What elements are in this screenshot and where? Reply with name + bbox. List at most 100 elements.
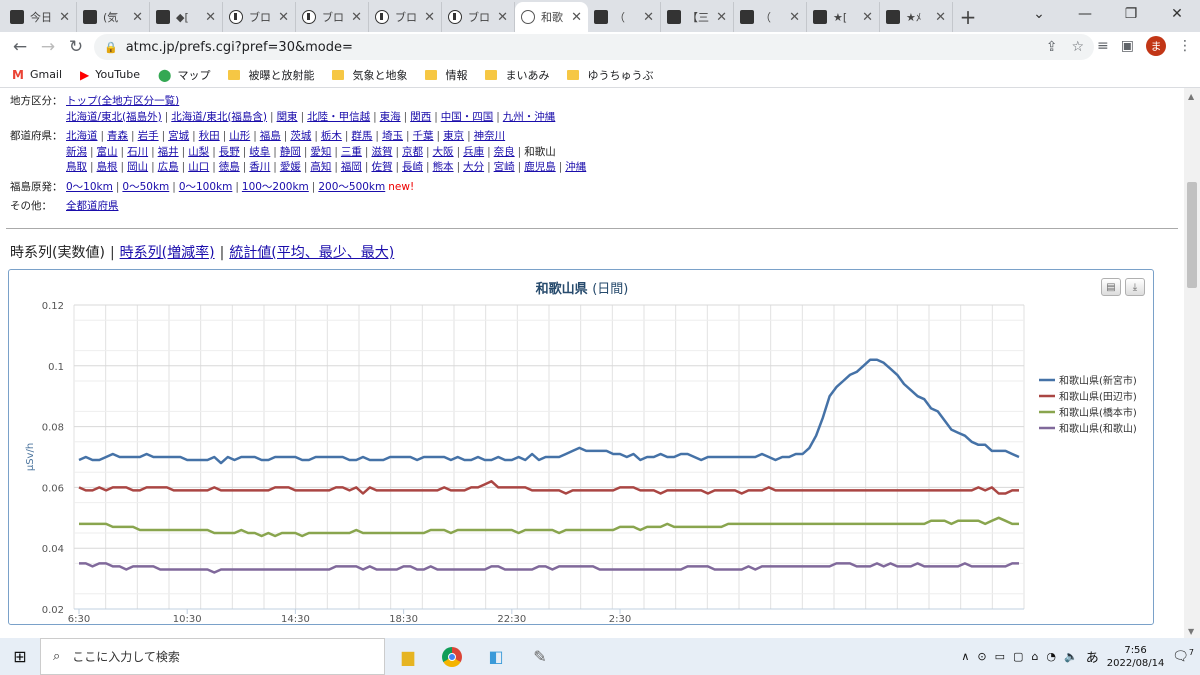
region-link[interactable]: 北海道/東北(福島含) [171, 111, 267, 123]
reading-list-icon[interactable]: ≡ [1097, 38, 1109, 54]
reload-button[interactable]: ↻ [62, 37, 90, 57]
profile-avatar[interactable]: ま [1146, 36, 1166, 56]
prefecture-link[interactable]: 山口 [188, 161, 209, 173]
close-tab-icon[interactable]: ✕ [205, 10, 216, 25]
close-tab-icon[interactable]: ✕ [59, 10, 70, 25]
ime-indicator[interactable]: あ [1086, 647, 1099, 666]
prefecture-link[interactable]: 千葉 [413, 130, 434, 142]
notification-icon[interactable]: 🗨7 [1172, 648, 1194, 664]
new-tab-button[interactable]: + [953, 2, 983, 32]
prefecture-link[interactable]: 島根 [97, 161, 118, 173]
prefecture-link[interactable]: 静岡 [280, 146, 301, 158]
bookmark-star-icon[interactable]: ☆ [1071, 39, 1084, 55]
prefecture-link[interactable]: 大阪 [433, 146, 454, 158]
tray-expand-icon[interactable]: ∧ [961, 650, 969, 663]
prefecture-link[interactable]: 福井 [158, 146, 179, 158]
prefecture-link[interactable]: 長野 [219, 146, 240, 158]
prefecture-link[interactable]: 石川 [127, 146, 148, 158]
chevron-down-icon[interactable]: ⌄ [1016, 0, 1062, 28]
browser-tab[interactable]: 和歌 ✕ [515, 2, 588, 32]
prefecture-link[interactable]: 滋賀 [371, 146, 392, 158]
print-icon[interactable]: ▤ [1101, 278, 1121, 296]
browser-tab[interactable]: ブロ ✕ [442, 2, 515, 32]
prefecture-link[interactable]: 栃木 [321, 130, 342, 142]
prefecture-link[interactable]: 徳島 [219, 161, 240, 173]
prefecture-link[interactable]: 広島 [158, 161, 179, 173]
browser-tab[interactable]: (気 ✕ [77, 2, 150, 32]
wifi-icon[interactable]: ◔ [1046, 650, 1056, 663]
tray-app-icon[interactable]: ⊙ [977, 650, 986, 663]
back-button[interactable]: ← [6, 37, 34, 57]
display-icon[interactable]: ▢ [1013, 650, 1023, 663]
bookmark-item[interactable]: ▶ YouTube [80, 68, 140, 82]
prefecture-link[interactable]: 茨城 [290, 130, 311, 142]
close-tab-icon[interactable]: ✕ [132, 10, 143, 25]
browser-tab[interactable]: ブロ ✕ [296, 2, 369, 32]
prefecture-link[interactable]: 神奈川 [474, 130, 506, 142]
prefecture-link[interactable]: 福岡 [341, 161, 362, 173]
mode-link-change-rate[interactable]: 時系列(増減率) [120, 245, 215, 261]
prefecture-link[interactable]: 群馬 [351, 130, 372, 142]
page-scrollbar[interactable]: ▲ ▼ [1184, 88, 1200, 638]
bookmark-item[interactable]: まいあみ [485, 67, 549, 83]
prefecture-link[interactable]: 鹿児島 [524, 161, 556, 173]
region-link[interactable]: 中国・四国 [441, 111, 494, 123]
bookmark-item[interactable]: ⬤ マップ [158, 67, 210, 83]
prefecture-link[interactable]: 東京 [443, 130, 464, 142]
prefecture-link[interactable]: 京都 [402, 146, 423, 158]
windows-start-icon[interactable]: ⊞ [0, 647, 40, 666]
prefecture-link[interactable]: 佐賀 [371, 161, 392, 173]
prefecture-link[interactable]: 愛媛 [280, 161, 301, 173]
taskbar-search[interactable]: ⌕ ここに入力して検索 [40, 638, 385, 675]
bookmark-item[interactable]: ゆうちゅうぶ [567, 67, 653, 83]
prefecture-link[interactable]: 長崎 [402, 161, 423, 173]
prefecture-link[interactable]: 山形 [229, 130, 250, 142]
volume-icon[interactable]: 🔈 [1064, 650, 1078, 663]
prefecture-link[interactable]: 北海道 [66, 130, 98, 142]
file-explorer-icon[interactable]: ▆ [391, 640, 425, 674]
prefecture-link[interactable]: 熊本 [433, 161, 454, 173]
network-icon[interactable]: ⌂ [1031, 650, 1038, 663]
prefecture-link[interactable]: 鳥取 [66, 161, 87, 173]
battery-icon[interactable]: ▭ [995, 650, 1005, 663]
prefecture-link[interactable]: 岩手 [138, 130, 159, 142]
mode-link-statistics[interactable]: 統計値(平均、最少、最大) [229, 245, 394, 261]
lock-icon[interactable]: 🔒 [104, 41, 118, 54]
forward-button[interactable]: → [34, 37, 62, 57]
browser-tab[interactable]: 今日 ✕ [4, 2, 77, 32]
menu-dots-icon[interactable]: ⋮ [1178, 38, 1192, 54]
fukushima-distance-link[interactable]: 100〜200km [242, 181, 309, 193]
bookmark-item[interactable]: M Gmail [12, 68, 62, 82]
prefecture-link[interactable]: 富山 [97, 146, 118, 158]
browser-tab[interactable]: ブロ ✕ [223, 2, 296, 32]
prefecture-link[interactable]: 愛知 [310, 146, 331, 158]
region-link[interactable]: 北陸・甲信越 [307, 111, 370, 123]
maximize-button[interactable]: ❐ [1108, 0, 1154, 28]
clock[interactable]: 7:56 2022/08/14 [1107, 644, 1165, 670]
browser-tab[interactable]: ブロ ✕ [369, 2, 442, 32]
share-icon[interactable]: ⇪ [1046, 39, 1058, 55]
close-tab-icon[interactable]: ✕ [643, 10, 654, 25]
side-panel-icon[interactable]: ▣ [1121, 38, 1134, 54]
browser-tab[interactable]: （✕ [588, 2, 661, 32]
close-tab-icon[interactable]: ✕ [351, 10, 362, 25]
bookmark-item[interactable]: 被曝と放射能 [228, 67, 314, 83]
prefecture-link[interactable]: 岐阜 [249, 146, 270, 158]
region-link[interactable]: 関東 [277, 111, 298, 123]
close-tab-icon[interactable]: ✕ [497, 10, 508, 25]
browser-tab[interactable]: ★ﾒ ✕ [880, 2, 953, 32]
prefecture-link[interactable]: 香川 [249, 161, 270, 173]
scrollbar-thumb[interactable] [1187, 182, 1197, 288]
address-bar[interactable]: 🔒 atmc.jp/prefs.cgi?pref=30&mode= ⇪ ☆ [94, 34, 1094, 60]
region-link[interactable]: 東海 [380, 111, 401, 123]
minimize-button[interactable]: — [1062, 0, 1108, 28]
browser-tab[interactable]: ★[✕ [807, 2, 880, 32]
prefecture-link[interactable]: 福島 [260, 130, 281, 142]
prefecture-link[interactable]: 沖縄 [565, 161, 586, 173]
region-link[interactable]: 関西 [410, 111, 431, 123]
close-tab-icon[interactable]: ✕ [278, 10, 289, 25]
close-window-button[interactable]: ✕ [1154, 0, 1200, 28]
browser-tab[interactable]: 【三 ✕ [661, 2, 734, 32]
prefecture-link[interactable]: 新潟 [66, 146, 87, 158]
browser-tab[interactable]: ◆[✕ [150, 2, 223, 32]
